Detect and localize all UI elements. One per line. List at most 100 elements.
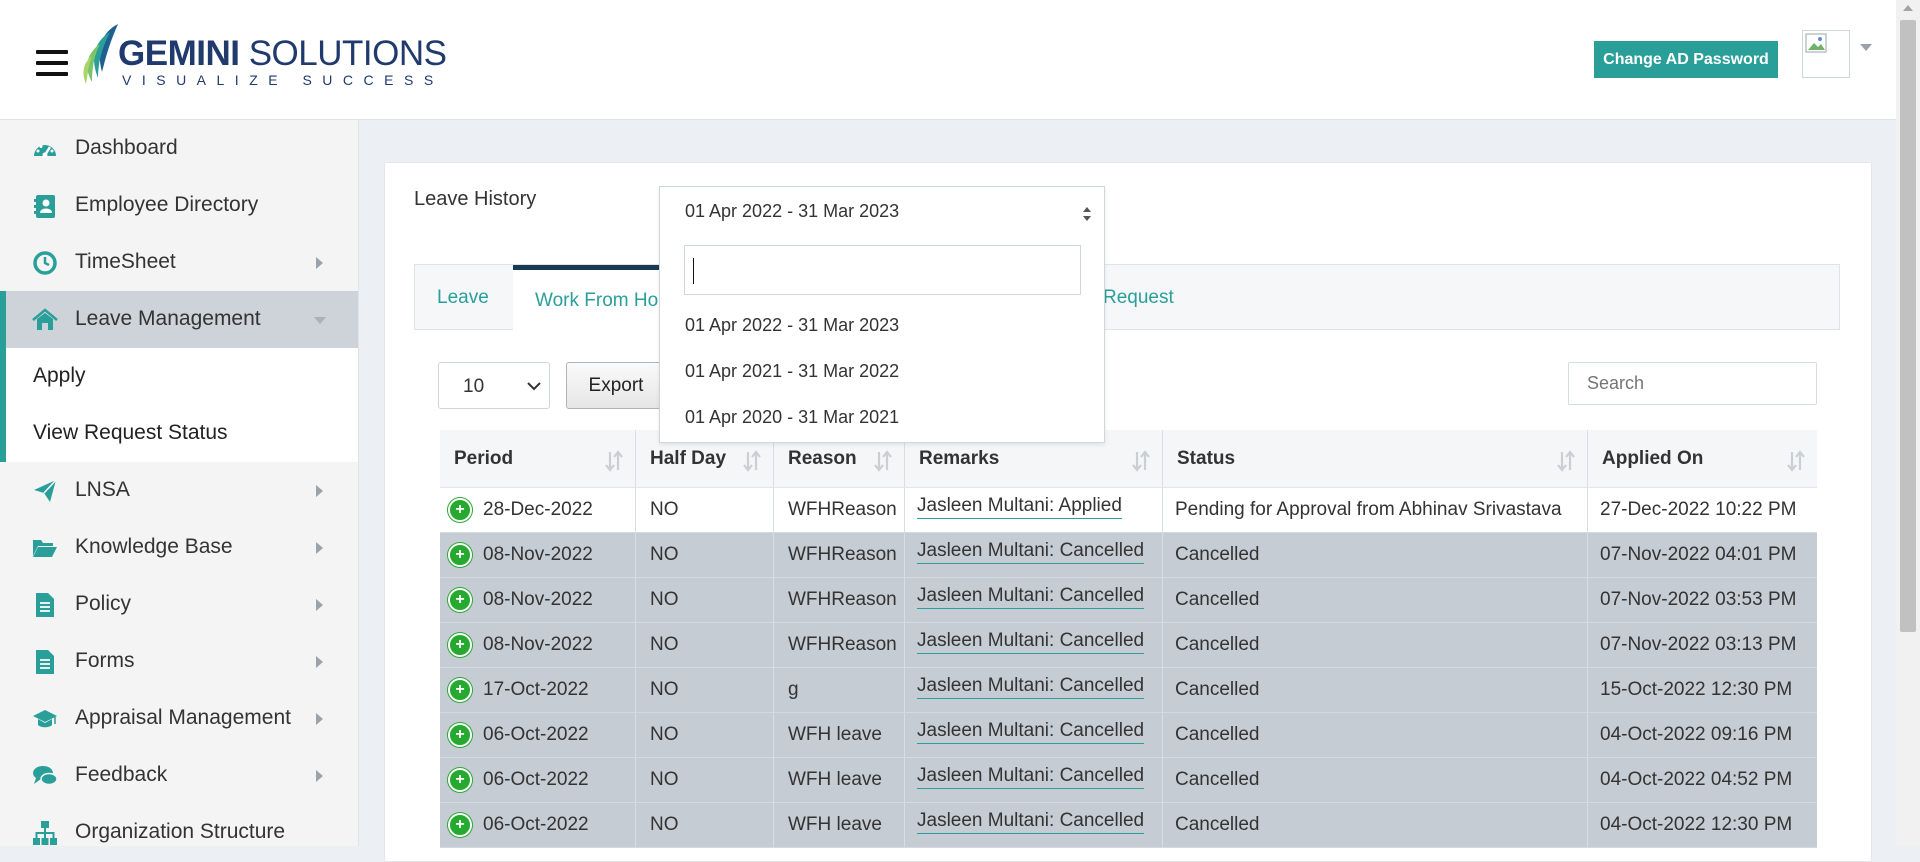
dashboard-icon bbox=[34, 145, 56, 158]
column-header-applied-on[interactable]: Applied On bbox=[1588, 430, 1817, 487]
graduation-cap-icon bbox=[33, 710, 57, 728]
cell-status: Cancelled bbox=[1163, 533, 1588, 577]
logo-tagline: VISUALIZE SUCCESS bbox=[122, 72, 444, 88]
table-row[interactable]: +08-Nov-2022 NO WFHReason Jasleen Multan… bbox=[440, 623, 1817, 668]
sidebar-item-knowledge-base[interactable]: Knowledge Base bbox=[0, 519, 358, 576]
sidebar-item-label: LNSA bbox=[75, 478, 130, 501]
cell-half-day: NO bbox=[636, 713, 774, 757]
expand-row-icon[interactable]: + bbox=[448, 588, 472, 612]
home-icon bbox=[32, 308, 58, 330]
column-header-status[interactable]: Status bbox=[1163, 430, 1588, 487]
table-row[interactable]: +08-Nov-2022 NO WFHReason Jasleen Multan… bbox=[440, 578, 1817, 623]
tab-leave[interactable]: Leave bbox=[437, 265, 517, 331]
cell-reason: g bbox=[774, 668, 905, 712]
sort-arrows-icon[interactable] bbox=[1081, 205, 1093, 223]
chevron-down-icon bbox=[314, 317, 326, 324]
sidebar-item-appraisal-management[interactable]: Appraisal Management bbox=[0, 690, 358, 747]
sidebar-item-lnsa[interactable]: LNSA bbox=[0, 462, 358, 519]
cell-status: Pending for Approval from Abhinav Srivas… bbox=[1163, 488, 1588, 532]
tab-request[interactable]: Request bbox=[1103, 265, 1223, 331]
remarks-link[interactable]: Jasleen Multani: Applied bbox=[917, 495, 1122, 519]
submenu-item-view-request-status[interactable]: View Request Status bbox=[0, 405, 358, 462]
table-row[interactable]: +17-Oct-2022 NO g Jasleen Multani: Cance… bbox=[440, 668, 1817, 713]
page-size-select[interactable]: 10 bbox=[438, 362, 550, 409]
column-label: Half Day bbox=[650, 447, 727, 469]
chevron-down-icon[interactable] bbox=[1860, 44, 1872, 51]
page-title: Leave History bbox=[414, 188, 537, 210]
company-logo[interactable]: GEMINI SOLUTIONS VISUALIZE SUCCESS bbox=[80, 22, 447, 88]
submenu-item-apply[interactable]: Apply bbox=[0, 348, 358, 405]
dropdown-option[interactable]: 01 Apr 2022 - 31 Mar 2023 bbox=[685, 315, 899, 336]
clock-icon bbox=[33, 251, 57, 275]
dropdown-option[interactable]: 01 Apr 2020 - 31 Mar 2021 bbox=[685, 407, 899, 428]
cell-half-day: NO bbox=[636, 533, 774, 577]
column-label: Remarks bbox=[919, 447, 1000, 469]
remarks-link[interactable]: Jasleen Multani: Cancelled bbox=[917, 585, 1145, 609]
vertical-scrollbar[interactable] bbox=[1896, 0, 1920, 846]
table-row[interactable]: +06-Oct-2022 NO WFH leave Jasleen Multan… bbox=[440, 713, 1817, 758]
scrollbar-thumb[interactable] bbox=[1900, 20, 1916, 632]
chevron-right-icon bbox=[316, 770, 323, 782]
cell-status: Cancelled bbox=[1163, 803, 1588, 847]
remarks-link[interactable]: Jasleen Multani: Cancelled bbox=[917, 765, 1145, 789]
sidebar-item-leave-management[interactable]: Leave Management bbox=[0, 291, 358, 348]
sitemap-icon bbox=[33, 821, 57, 845]
scroll-up-arrow-icon[interactable] bbox=[1903, 5, 1913, 11]
column-header-period[interactable]: Period bbox=[440, 430, 636, 487]
text-cursor bbox=[693, 258, 694, 284]
sidebar-item-label: Feedback bbox=[75, 763, 168, 786]
leave-management-submenu: Apply View Request Status bbox=[0, 348, 358, 462]
remarks-link[interactable]: Jasleen Multani: Cancelled bbox=[917, 675, 1145, 699]
sort-icon bbox=[605, 450, 623, 472]
chevron-right-icon bbox=[316, 485, 323, 497]
expand-row-icon[interactable]: + bbox=[448, 813, 472, 837]
change-ad-password-button[interactable]: Change AD Password bbox=[1594, 41, 1778, 78]
sidebar-item-organization-structure[interactable]: Organization Structure bbox=[0, 804, 358, 861]
remarks-link[interactable]: Jasleen Multani: Cancelled bbox=[917, 540, 1145, 564]
cell-reason: WFH leave bbox=[774, 713, 905, 757]
cell-status: Cancelled bbox=[1163, 623, 1588, 667]
search-input[interactable] bbox=[1568, 362, 1817, 405]
sidebar-item-dashboard[interactable]: Dashboard bbox=[0, 120, 358, 177]
dropdown-search-input[interactable] bbox=[684, 245, 1081, 295]
sidebar-item-timesheet[interactable]: TimeSheet bbox=[0, 234, 358, 291]
top-header: GEMINI SOLUTIONS VISUALIZE SUCCESS Chang… bbox=[0, 0, 1896, 120]
cell-applied-on: 04-Oct-2022 12:30 PM bbox=[1600, 814, 1793, 835]
cell-half-day: NO bbox=[636, 803, 774, 847]
table-row[interactable]: +06-Oct-2022 NO WFH leave Jasleen Multan… bbox=[440, 803, 1817, 848]
table-row[interactable]: +08-Nov-2022 NO WFHReason Jasleen Multan… bbox=[440, 533, 1817, 578]
expand-row-icon[interactable]: + bbox=[448, 498, 472, 522]
table-row[interactable]: +28-Dec-2022 NO WFHReason Jasleen Multan… bbox=[440, 488, 1817, 533]
sidebar-item-policy[interactable]: Policy bbox=[0, 576, 358, 633]
sidebar-item-label: TimeSheet bbox=[75, 250, 176, 273]
hamburger-menu-icon[interactable] bbox=[36, 50, 68, 76]
table-row[interactable]: +06-Oct-2022 NO WFH leave Jasleen Multan… bbox=[440, 758, 1817, 803]
chevron-down-icon bbox=[527, 382, 541, 391]
cell-period: 17-Oct-2022 bbox=[483, 679, 589, 700]
remarks-link[interactable]: Jasleen Multani: Cancelled bbox=[917, 630, 1145, 654]
remarks-link[interactable]: Jasleen Multani: Cancelled bbox=[917, 720, 1145, 744]
expand-row-icon[interactable]: + bbox=[448, 723, 472, 747]
expand-row-icon[interactable]: + bbox=[448, 543, 472, 567]
sidebar-item-forms[interactable]: Forms bbox=[0, 633, 358, 690]
sidebar-item-feedback[interactable]: Feedback bbox=[0, 747, 358, 804]
sidebar-item-label: Policy bbox=[75, 592, 132, 615]
dropdown-option[interactable]: 01 Apr 2021 - 31 Mar 2022 bbox=[685, 361, 899, 382]
year-range-dropdown[interactable]: 01 Apr 2022 - 31 Mar 2023 01 Apr 2022 - … bbox=[659, 186, 1105, 443]
folder-open-icon bbox=[33, 540, 57, 557]
user-avatar[interactable] bbox=[1802, 30, 1850, 78]
dropdown-selected-value[interactable]: 01 Apr 2022 - 31 Mar 2023 bbox=[685, 201, 899, 222]
cell-period: 08-Nov-2022 bbox=[483, 544, 593, 565]
cell-period: 08-Nov-2022 bbox=[483, 589, 593, 610]
page-size-value: 10 bbox=[463, 376, 485, 397]
table-header-row: Period Half Day Reason Remarks Status Ap… bbox=[440, 430, 1817, 488]
remarks-link[interactable]: Jasleen Multani: Cancelled bbox=[917, 810, 1145, 834]
sidebar-item-label: Leave Management bbox=[75, 307, 261, 330]
cell-half-day: NO bbox=[636, 488, 774, 532]
expand-row-icon[interactable]: + bbox=[448, 768, 472, 792]
expand-row-icon[interactable]: + bbox=[448, 678, 472, 702]
expand-row-icon[interactable]: + bbox=[448, 633, 472, 657]
cell-reason: WFHReason bbox=[774, 488, 905, 532]
export-button[interactable]: Export bbox=[566, 362, 666, 409]
sidebar-item-employee-directory[interactable]: Employee Directory bbox=[0, 177, 358, 234]
